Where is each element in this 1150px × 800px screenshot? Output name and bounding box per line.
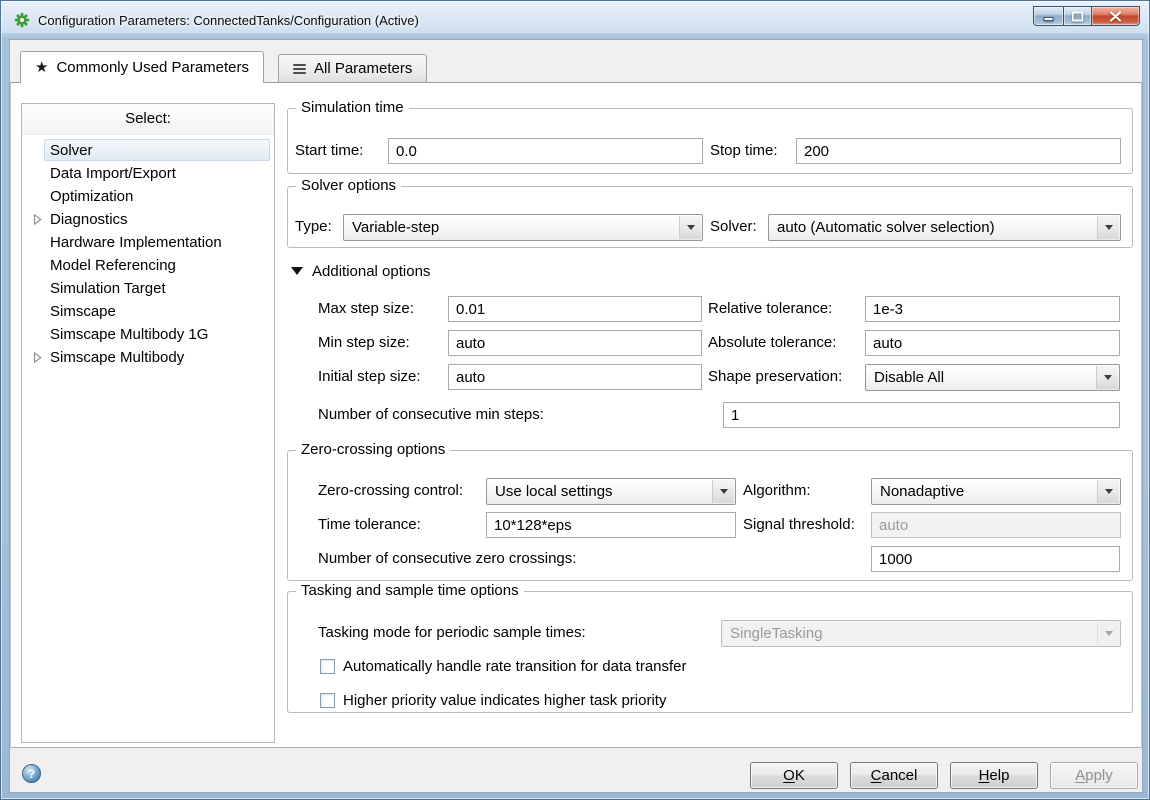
sidebar-item-hardware-implementation[interactable]: Hardware Implementation (22, 231, 274, 254)
chevron-down-icon (1097, 622, 1119, 645)
additional-options-label: Additional options (312, 263, 430, 280)
tab-label: Commonly Used Parameters (56, 59, 249, 76)
sidebar-item-data-import-export[interactable]: Data Import/Export (22, 162, 274, 185)
zero-crossing-control-dropdown[interactable]: Use local settings (486, 478, 736, 505)
additional-options-toggle[interactable]: Additional options (291, 261, 430, 281)
sidebar-item-diagnostics[interactable]: Diagnostics (22, 208, 274, 231)
initial-step-size-input[interactable] (448, 364, 702, 390)
apply-button: Apply (1050, 762, 1138, 789)
consecutive-min-steps-label: Number of consecutive min steps: (318, 402, 544, 428)
initial-step-size-label: Initial step size: (318, 364, 421, 390)
group-title: Zero-crossing options (296, 441, 450, 458)
group-title: Tasking and sample time options (296, 582, 524, 599)
consecutive-zero-crossings-label: Number of consecutive zero crossings: (318, 546, 576, 572)
sidebar-item-model-referencing[interactable]: Model Referencing (22, 254, 274, 277)
start-time-label: Start time: (295, 138, 363, 164)
min-step-size-label: Min step size: (318, 330, 410, 356)
help-button[interactable]: Help (950, 762, 1038, 789)
solver-dropdown[interactable]: auto (Automatic solver selection) (768, 214, 1121, 241)
app-icon (14, 12, 30, 28)
stop-time-input[interactable] (796, 138, 1121, 164)
consecutive-min-steps-input[interactable] (723, 402, 1120, 428)
algorithm-dropdown[interactable]: Nonadaptive (871, 478, 1121, 505)
sidebar-item-simscape[interactable]: Simscape (22, 300, 274, 323)
higher-priority-label: Higher priority value indicates higher t… (343, 688, 666, 714)
sidebar-item-simscape-multibody[interactable]: Simscape Multibody (22, 346, 274, 369)
group-title: Simulation time (296, 99, 409, 116)
configuration-parameters-window: Configuration Parameters: ConnectedTanks… (0, 0, 1150, 800)
chevron-right-icon[interactable] (33, 352, 42, 363)
time-tolerance-label: Time tolerance: (318, 512, 421, 538)
type-dropdown[interactable]: Variable-step (343, 214, 703, 241)
shape-preservation-dropdown[interactable]: Disable All (865, 364, 1120, 391)
tab-label: All Parameters (314, 60, 412, 77)
time-tolerance-input[interactable] (486, 512, 736, 538)
tab-commonly-used-parameters[interactable]: ★ Commonly Used Parameters (20, 51, 264, 83)
sidebar-item-optimization[interactable]: Optimization (22, 185, 274, 208)
minimize-button[interactable] (1033, 6, 1064, 26)
start-time-input[interactable] (388, 138, 703, 164)
ok-button[interactable]: OK (750, 762, 838, 789)
solver-label: Solver: (710, 214, 757, 240)
type-label: Type: (295, 214, 332, 240)
maximize-button[interactable] (1063, 6, 1092, 26)
chevron-down-icon (679, 216, 701, 239)
stop-time-label: Stop time: (710, 138, 778, 164)
sidebar-item-solver[interactable]: Solver (22, 139, 274, 162)
max-step-size-input[interactable] (448, 296, 702, 322)
signal-threshold-label: Signal threshold: (743, 512, 855, 538)
higher-priority-checkbox[interactable] (320, 693, 335, 708)
relative-tolerance-label: Relative tolerance: (708, 296, 832, 322)
absolute-tolerance-input[interactable] (865, 330, 1120, 356)
sidebar-header: Select: (22, 104, 274, 135)
algorithm-label: Algorithm: (743, 478, 811, 504)
auto-rate-transition-checkbox[interactable] (320, 659, 335, 674)
titlebar[interactable]: Configuration Parameters: ConnectedTanks… (1, 1, 1149, 39)
dialog-client-area: ★ Commonly Used Parameters All Parameter… (9, 39, 1143, 793)
auto-rate-transition-label: Automatically handle rate transition for… (343, 654, 687, 680)
list-icon (293, 62, 306, 76)
sidebar-item-simulation-target[interactable]: Simulation Target (22, 277, 274, 300)
category-tree: Solver Data Import/Export Optimization D… (22, 135, 274, 742)
zero-crossing-control-label: Zero-crossing control: (318, 478, 463, 504)
sidebar-item-simscape-multibody-1g[interactable]: Simscape Multibody 1G (22, 323, 274, 346)
chevron-down-icon (1097, 480, 1119, 503)
chevron-down-icon (712, 480, 734, 503)
relative-tolerance-input[interactable] (865, 296, 1120, 322)
consecutive-zero-crossings-input[interactable] (871, 546, 1120, 572)
chevron-down-icon (1096, 366, 1118, 389)
min-step-size-input[interactable] (448, 330, 702, 356)
max-step-size-label: Max step size: (318, 296, 414, 322)
star-icon: ★ (35, 60, 48, 75)
sidebar: Select: Solver Data Import/Export Optimi… (21, 103, 275, 743)
group-title: Solver options (296, 177, 401, 194)
signal-threshold-input (871, 512, 1121, 538)
tasking-mode-label: Tasking mode for periodic sample times: (318, 620, 586, 646)
window-title: Configuration Parameters: ConnectedTanks… (38, 13, 419, 28)
chevron-down-icon (1097, 216, 1119, 239)
window-controls (1034, 6, 1140, 26)
help-icon[interactable]: ? (22, 764, 41, 783)
chevron-right-icon[interactable] (33, 214, 42, 225)
cancel-button[interactable]: Cancel (850, 762, 938, 789)
shape-preservation-label: Shape preservation: (708, 364, 842, 390)
tasking-mode-dropdown: SingleTasking (721, 620, 1121, 647)
absolute-tolerance-label: Absolute tolerance: (708, 330, 836, 356)
tab-all-parameters[interactable]: All Parameters (278, 54, 427, 82)
triangle-down-icon (291, 267, 303, 275)
main-panel: Select: Solver Data Import/Export Optimi… (10, 82, 1142, 748)
close-button[interactable] (1091, 6, 1140, 26)
